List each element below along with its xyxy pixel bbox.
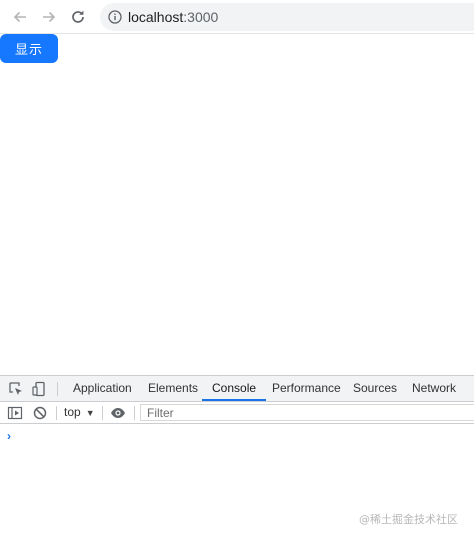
filter-input[interactable] bbox=[140, 404, 474, 421]
device-toolbar-icon[interactable] bbox=[31, 381, 47, 397]
watermark: @稀土掘金技术社区 bbox=[359, 513, 458, 526]
caret-down-icon: ▼ bbox=[85, 408, 95, 418]
clear-console-icon[interactable] bbox=[32, 405, 48, 421]
url-port: :3000 bbox=[183, 9, 219, 25]
tab-separator bbox=[57, 382, 58, 396]
browser-toolbar: localhost:3000 bbox=[0, 0, 474, 34]
console-prompt-icon[interactable]: › bbox=[7, 429, 11, 443]
console-separator bbox=[102, 406, 103, 420]
url-host: localhost bbox=[128, 9, 184, 25]
tab-console[interactable]: Console bbox=[201, 376, 267, 401]
tab-sources[interactable]: Sources bbox=[353, 376, 397, 401]
reload-button[interactable] bbox=[66, 5, 90, 29]
context-selector[interactable]: top ▼ bbox=[64, 402, 95, 423]
sidebar-toggle-icon[interactable] bbox=[7, 405, 23, 421]
arrow-right-icon bbox=[43, 11, 56, 23]
reload-icon bbox=[72, 10, 84, 23]
console-separator bbox=[134, 406, 135, 420]
arrow-left-icon bbox=[13, 11, 26, 23]
context-value: top bbox=[64, 405, 81, 419]
show-button[interactable]: 显示 bbox=[0, 34, 58, 63]
address-bar[interactable]: localhost:3000 bbox=[100, 3, 474, 31]
eye-icon[interactable] bbox=[110, 405, 126, 421]
tab-network[interactable]: Network bbox=[412, 376, 456, 401]
forward-button[interactable] bbox=[37, 5, 61, 29]
back-button[interactable] bbox=[8, 5, 32, 29]
devtools-panel: Application Elements Console Performance… bbox=[0, 375, 474, 541]
console-separator bbox=[56, 406, 57, 420]
url-text[interactable]: localhost:3000 bbox=[128, 9, 218, 25]
devtools-tab-bar: Application Elements Console Performance… bbox=[0, 376, 474, 402]
inspect-element-icon[interactable] bbox=[8, 381, 24, 397]
info-icon[interactable] bbox=[108, 10, 122, 24]
tab-application[interactable]: Application bbox=[73, 376, 132, 401]
console-toolbar: top ▼ bbox=[0, 402, 474, 424]
tab-elements[interactable]: Elements bbox=[148, 376, 198, 401]
tab-performance[interactable]: Performance bbox=[272, 376, 341, 401]
